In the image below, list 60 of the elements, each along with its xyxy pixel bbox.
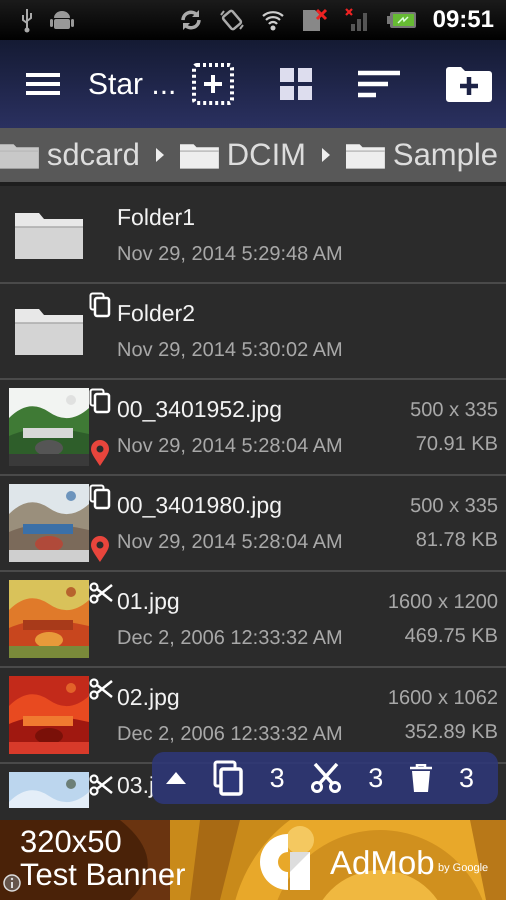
sort-icon[interactable] — [358, 70, 400, 98]
robot-icon — [50, 9, 74, 31]
file-date: Nov 29, 2014 5:28:04 AM — [117, 530, 343, 554]
copy-icon[interactable] — [212, 760, 243, 796]
file-size: 469.75 KB — [404, 624, 498, 648]
image-dimensions: 1600 x 1200 — [388, 590, 498, 614]
file-date: Dec 2, 2006 12:33:32 AM — [117, 722, 343, 746]
battery-icon — [386, 11, 417, 29]
scissors-icon — [89, 774, 113, 796]
ad-headline: Test Banner — [20, 858, 186, 892]
image-dimensions: 500 x 335 — [410, 494, 498, 518]
scissors-icon — [89, 582, 113, 604]
breadcrumb-item[interactable]: sdcard — [46, 132, 140, 178]
copy-icon — [89, 388, 111, 414]
folder-title: Star ... — [88, 66, 176, 102]
ad-tagline: by Google — [438, 861, 488, 876]
select-all-icon[interactable] — [192, 63, 234, 105]
file-name: 00_3401952.jpg — [117, 396, 283, 424]
sync-icon — [178, 8, 203, 32]
new-folder-icon[interactable] — [446, 66, 492, 102]
copy-icon — [89, 484, 111, 510]
location-pin-icon — [91, 536, 109, 562]
caret-icon[interactable] — [166, 772, 186, 784]
breadcrumb-item[interactable]: DCIM — [226, 132, 306, 178]
selection-count: 3 — [368, 762, 384, 795]
scissors-icon[interactable] — [311, 763, 342, 793]
file-name: 03.j — [117, 772, 154, 800]
selection-count: 3 — [270, 762, 285, 795]
copy-icon — [89, 292, 111, 318]
selection-count: 3 — [458, 762, 474, 795]
file-size: 81.78 KB — [416, 528, 498, 552]
clock-time: 09:51 — [432, 5, 494, 35]
file-date: Dec 2, 2006 12:33:32 AM — [117, 626, 343, 650]
file-date: Nov 29, 2014 5:30:02 AM — [117, 338, 343, 362]
file-size: 352.89 KB — [404, 720, 498, 744]
file-name: Folder1 — [117, 204, 196, 232]
file-date: Nov 29, 2014 5:29:48 AM — [117, 242, 343, 266]
file-name: 00_3401980.jpg — [117, 492, 283, 520]
wifi-icon — [260, 9, 285, 31]
image-dimensions: 1600 x 1062 — [388, 686, 498, 710]
location-pin-icon — [91, 440, 109, 466]
ad-brand: AdMob — [330, 843, 435, 883]
usb-icon — [20, 7, 34, 33]
rotate-icon — [218, 7, 245, 33]
file-name: 02.jpg — [117, 684, 181, 712]
trash-icon[interactable] — [410, 764, 432, 792]
ad-headline: 320x50 — [20, 826, 123, 859]
chevron-icon — [156, 148, 164, 162]
info-icon[interactable] — [3, 874, 21, 892]
menu-icon[interactable] — [26, 72, 60, 96]
file-date: Nov 29, 2014 5:28:04 AM — [117, 434, 343, 458]
file-size: 70.91 KB — [416, 432, 498, 456]
scissors-icon — [89, 678, 113, 700]
sim-card-icon — [300, 8, 329, 32]
image-dimensions: 500 x 335 — [410, 398, 498, 422]
breadcrumb-item[interactable]: Sample — [392, 132, 498, 178]
grid-view-icon[interactable] — [280, 68, 312, 100]
chevron-icon — [322, 148, 330, 162]
file-name: 01.jpg — [117, 588, 181, 616]
file-name: Folder2 — [117, 300, 196, 328]
